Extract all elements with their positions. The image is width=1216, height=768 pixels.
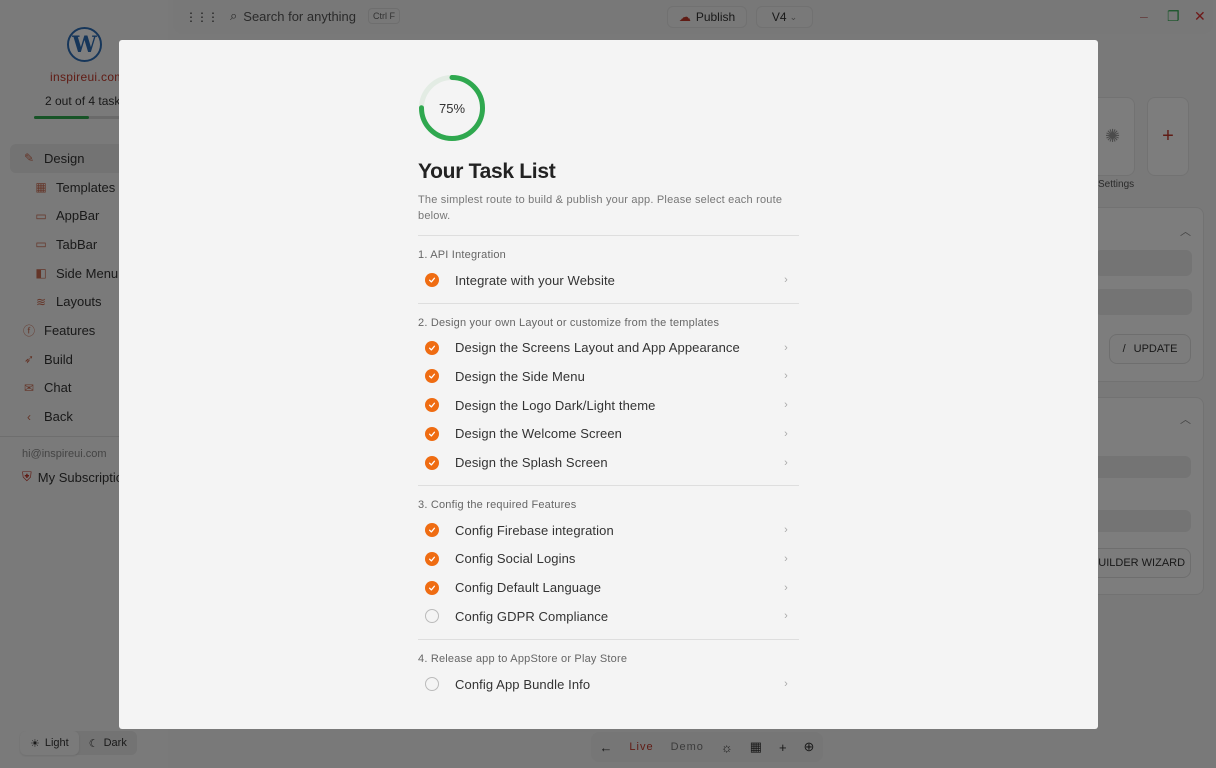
chevron-right-icon: › <box>784 456 788 469</box>
task-row[interactable]: Config GDPR Compliance › <box>418 603 799 629</box>
check-circle-icon <box>425 580 439 595</box>
task-label: Design the Side Menu <box>455 368 585 384</box>
check-circle-icon <box>425 426 439 441</box>
section-divider <box>418 485 799 487</box>
task-label: Integrate with your Website <box>455 272 615 288</box>
task-label: Config App Bundle Info <box>455 676 591 692</box>
task-label: Config Default Language <box>455 580 602 596</box>
chevron-right-icon: › <box>784 341 788 354</box>
chevron-right-icon: › <box>784 399 788 412</box>
check-circle-icon <box>425 398 439 413</box>
task-list-modal: 75% Your Task List The simplest route to… <box>119 40 1098 729</box>
section-title: 2. Design your own Layout or customize f… <box>418 316 720 329</box>
task-label: Design the Logo Dark/Light theme <box>455 397 656 413</box>
chevron-right-icon: › <box>784 524 788 537</box>
progress-percent-label: 75% <box>438 100 466 116</box>
check-circle-icon <box>425 523 439 538</box>
task-label: Design the Splash Screen <box>455 455 608 470</box>
empty-circle-icon <box>425 609 439 624</box>
task-label: Config Firebase integration <box>455 522 614 538</box>
chevron-right-icon: › <box>784 581 788 594</box>
empty-circle-icon <box>425 677 439 691</box>
section-divider <box>418 302 799 304</box>
modal-title: Your Task List <box>418 160 556 183</box>
task-row[interactable]: Config Default Language › <box>418 575 799 601</box>
task-row[interactable]: Design the Screens Layout and App Appear… <box>418 335 799 361</box>
chevron-right-icon: › <box>784 552 788 565</box>
check-circle-icon <box>425 551 439 566</box>
task-row[interactable]: Config Firebase integration › <box>418 517 799 543</box>
check-circle-icon <box>425 455 439 470</box>
section-title: 1. API Integration <box>418 249 506 261</box>
section-title: 3. Config the required Features <box>418 499 577 512</box>
task-row[interactable]: Config Social Logins › <box>418 546 799 572</box>
task-row[interactable]: Design the Logo Dark/Light theme › <box>418 392 799 418</box>
modal-description: The simplest route to build & publish yo… <box>418 194 783 222</box>
task-label: Config GDPR Compliance <box>455 608 609 624</box>
section-divider <box>418 235 799 236</box>
task-row[interactable]: Design the Splash Screen › <box>418 450 799 476</box>
check-circle-icon <box>425 340 439 355</box>
task-label: Config Social Logins <box>455 551 576 567</box>
chevron-right-icon: › <box>784 274 788 286</box>
task-row[interactable]: Config App Bundle Info › <box>418 671 799 697</box>
chevron-right-icon: › <box>784 610 788 623</box>
check-circle-icon <box>425 273 439 287</box>
task-label: Design the Screens Layout and App Appear… <box>455 340 740 356</box>
chevron-right-icon: › <box>784 678 788 690</box>
task-row[interactable]: Design the Welcome Screen › <box>418 421 799 447</box>
check-circle-icon <box>425 369 439 384</box>
chevron-right-icon: › <box>784 427 788 440</box>
task-row[interactable]: Design the Side Menu › <box>418 363 799 389</box>
task-row[interactable]: Integrate with your Website › <box>418 267 799 293</box>
section-title: 4. Release app to AppStore or Play Store <box>418 653 628 665</box>
chevron-right-icon: › <box>784 370 788 383</box>
task-label: Design the Welcome Screen <box>455 426 623 442</box>
progress-ring: 75% <box>418 74 486 142</box>
section-divider <box>418 639 799 640</box>
